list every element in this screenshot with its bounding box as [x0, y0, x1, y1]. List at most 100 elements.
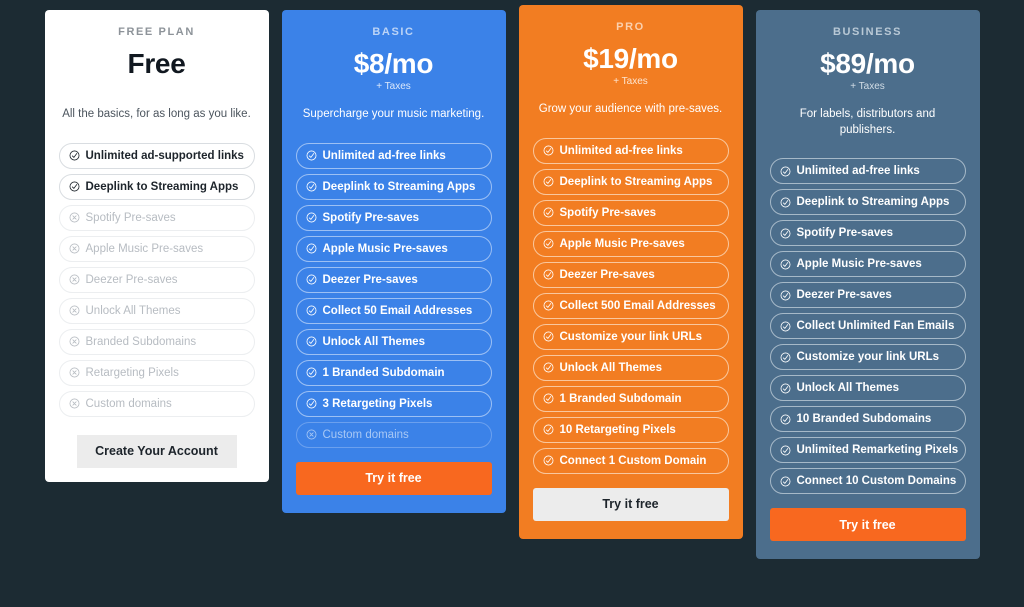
plan-card-business: BUSINESS $89/mo + Taxes For labels, distrib… — [755, 10, 980, 560]
feature-label: Spotify Pre-saves — [85, 211, 176, 224]
check-circle-icon — [780, 228, 790, 239]
feature-label: Spotify Pre-saves — [796, 227, 894, 240]
feature-item: 10 Branded Subdomains — [769, 406, 966, 433]
plan-feature-list: Unlimited ad-supported links Deeplink to … — [58, 142, 255, 417]
feature-item: Unlimited ad-free links — [295, 142, 492, 169]
feature-label: Retargeting Pixels — [85, 366, 179, 379]
cta-button-basic[interactable]: Try it free — [295, 461, 492, 495]
check-circle-icon — [780, 197, 790, 208]
check-circle-icon — [543, 207, 553, 218]
plan-name: BASIC — [372, 26, 415, 38]
feature-label: Deeplink to Streaming Apps — [559, 175, 713, 188]
feature-item: Unlock All Themes — [769, 375, 966, 402]
check-circle-icon — [543, 362, 553, 373]
feature-label: 10 Retargeting Pixels — [559, 423, 676, 436]
plan-tagline: Supercharge your music marketing. — [302, 108, 485, 121]
feature-item: Apple Music Pre-saves — [532, 230, 729, 257]
feature-item: Collect 50 Email Addresses — [295, 297, 492, 324]
check-circle-icon — [780, 166, 790, 177]
check-circle-icon — [780, 290, 790, 301]
cta-button-pro[interactable]: Try it free — [532, 487, 729, 521]
check-circle-icon — [306, 212, 316, 223]
check-circle-icon — [306, 305, 316, 316]
plan-price: $89/mo — [820, 48, 915, 79]
x-circle-icon — [69, 305, 79, 316]
check-circle-icon — [543, 424, 553, 435]
plan-feature-list: Unlimited ad-free links Deeplink to Strea… — [769, 158, 966, 495]
feature-item: 1 Branded Subdomain — [532, 385, 729, 412]
feature-item: Unlimited Remarketing Pixels — [769, 437, 966, 464]
check-circle-icon — [69, 181, 79, 192]
feature-item: Apple Music Pre-saves — [295, 235, 492, 262]
plan-name: FREE PLAN — [118, 26, 195, 38]
feature-item: Deezer Pre-saves — [532, 261, 729, 288]
feature-item: Deeplink to Streaming Apps — [295, 173, 492, 200]
feature-label: Customize your link URLs — [796, 351, 940, 364]
plan-card-basic: BASIC $8/mo + Taxes Supercharge your music … — [281, 10, 506, 513]
feature-label: Unlimited ad-free links — [322, 149, 446, 162]
check-circle-icon — [543, 455, 553, 466]
feature-label: Unlimited ad-free links — [559, 144, 683, 157]
feature-item: Custom domains — [58, 390, 255, 417]
check-circle-icon — [780, 414, 790, 425]
feature-label: Custom domains — [85, 397, 172, 410]
x-circle-icon — [69, 398, 79, 409]
feature-item: Custom domains — [295, 421, 492, 448]
feature-label: Deezer Pre-saves — [322, 273, 418, 286]
feature-item: Deezer Pre-saves — [295, 266, 492, 293]
feature-item: 1 Branded Subdomain — [295, 359, 492, 386]
x-circle-icon — [69, 367, 79, 378]
check-circle-icon — [69, 150, 79, 161]
check-circle-icon — [306, 274, 316, 285]
feature-label: Collect Unlimited Fan Emails — [796, 320, 955, 333]
check-circle-icon — [306, 243, 316, 254]
feature-item: Connect 10 Custom Domains — [769, 468, 966, 495]
check-circle-icon — [780, 476, 790, 487]
feature-label: 3 Retargeting Pixels — [322, 397, 433, 410]
feature-item: Spotify Pre-saves — [58, 204, 255, 231]
check-circle-icon — [306, 336, 316, 347]
feature-label: Unlimited ad-free links — [796, 165, 920, 178]
check-circle-icon — [780, 321, 790, 332]
feature-item: Unlimited ad-free links — [769, 158, 966, 185]
feature-label: Unlock All Themes — [796, 382, 899, 395]
plan-name: PRO — [616, 21, 645, 33]
pricing-plans-grid: FREE PLAN Free All the basics, for as long… — [0, 0, 1024, 607]
feature-item: Branded Subdomains — [58, 328, 255, 355]
feature-label: Unlock All Themes — [322, 335, 425, 348]
feature-item: Deeplink to Streaming Apps — [58, 173, 255, 200]
plan-price: $8/mo — [353, 48, 434, 79]
feature-label: Branded Subdomains — [85, 335, 197, 348]
feature-item: Spotify Pre-saves — [532, 199, 729, 226]
check-circle-icon — [543, 238, 553, 249]
check-circle-icon — [780, 383, 790, 394]
cta-button-free[interactable]: Create Your Account — [76, 434, 237, 468]
plan-card-free: FREE PLAN Free All the basics, for as long… — [44, 10, 269, 482]
feature-label: Deeplink to Streaming Apps — [796, 196, 950, 209]
feature-item: Deeplink to Streaming Apps — [532, 168, 729, 195]
plan-price: Free — [127, 48, 186, 79]
feature-label: Unlimited ad-supported links — [85, 149, 244, 162]
feature-item: Deeplink to Streaming Apps — [769, 189, 966, 216]
check-circle-icon — [780, 259, 790, 270]
plan-feature-list: Unlimited ad-free links Deeplink to Strea… — [295, 142, 492, 448]
feature-label: Unlimited Remarketing Pixels — [796, 444, 959, 457]
feature-label: Connect 1 Custom Domain — [559, 454, 707, 467]
cta-button-business[interactable]: Try it free — [769, 508, 966, 542]
feature-item: 10 Retargeting Pixels — [532, 416, 729, 443]
plan-taxes-note — [59, 81, 255, 93]
x-circle-icon — [69, 212, 79, 223]
check-circle-icon — [543, 331, 553, 342]
plan-taxes-note: + Taxes — [376, 81, 411, 93]
feature-label: Connect 10 Custom Domains — [796, 475, 957, 488]
feature-item: Customize your link URLs — [769, 344, 966, 371]
feature-item: Unlimited ad-free links — [532, 137, 729, 164]
feature-label: Spotify Pre-saves — [559, 206, 657, 219]
plan-price: $19/mo — [583, 43, 678, 74]
feature-label: Customize your link URLs — [559, 330, 703, 343]
feature-item: Spotify Pre-saves — [295, 204, 492, 231]
check-circle-icon — [306, 150, 316, 161]
feature-label: Collect 50 Email Addresses — [322, 304, 473, 317]
feature-label: 10 Branded Subdomains — [796, 413, 932, 426]
feature-item: Unlock All Themes — [532, 354, 729, 381]
